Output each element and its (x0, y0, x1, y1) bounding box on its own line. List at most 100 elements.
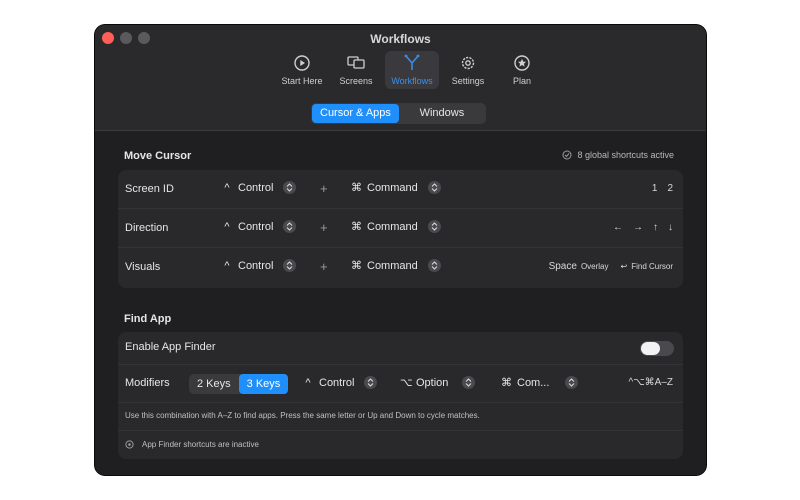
modifiers-row: Modifiers 2 Keys 3 Keys ^ Control ⌥ Opti… (118, 365, 683, 403)
plus-sign: + (320, 181, 328, 196)
find-app-title: Find App (124, 313, 172, 325)
inactive-status: App Finder shortcuts are inactive (125, 440, 259, 449)
stepper-icon[interactable] (427, 259, 441, 272)
toolbar-label: Plan (512, 76, 531, 86)
toolbar-settings[interactable]: Settings (443, 51, 493, 89)
workflow-icon (404, 54, 420, 70)
stepper-icon[interactable] (427, 181, 441, 194)
mod2-select[interactable]: ⌘ Command (351, 220, 441, 233)
plus-sign: + (320, 220, 328, 235)
return-icon: ↩ (620, 262, 628, 271)
mod1-label: Control (238, 259, 274, 272)
mod1-select[interactable]: ^ Control (222, 181, 297, 194)
row-label: Direction (125, 222, 169, 234)
arrow-left-icon: ← (613, 222, 623, 233)
stepper-icon[interactable] (565, 376, 579, 389)
star-icon (514, 55, 530, 71)
toolbar-label: Start Here (281, 76, 323, 86)
arrow-right-icon: → (633, 222, 643, 233)
move-cursor-title: Move Cursor (124, 150, 192, 162)
find-mod3-select[interactable]: ⌘ Com... (501, 376, 579, 389)
mod1-select[interactable]: ^ Control (222, 259, 297, 272)
find-mod1-select[interactable]: ^ Control (303, 376, 378, 389)
move-cursor-card: Screen ID ^ Control + ⌘ Command 1 2 Dire… (118, 170, 683, 288)
arrow-up-icon: ↑ (653, 222, 658, 233)
find-mod2-label: Option (416, 376, 449, 389)
row-label: Visuals (125, 261, 161, 273)
command-glyph: ⌘ (351, 182, 362, 194)
toolbar-screens[interactable]: Screens (331, 51, 381, 89)
inactive-row: App Finder shortcuts are inactive (118, 431, 683, 459)
row-label: Screen ID (125, 183, 174, 195)
toolbar-plan[interactable]: Plan (497, 51, 547, 89)
mod2-select[interactable]: ⌘ Command (351, 259, 441, 272)
tab-windows[interactable]: Windows (399, 104, 485, 123)
find-cursor-label: Find Cursor (631, 262, 673, 271)
mod2-label: Command (367, 220, 418, 233)
check-circle-icon (562, 150, 572, 160)
visuals-keys: Space Overlay ↩ Find Cursor (549, 261, 673, 272)
titlebar: Workflows Start Here Screens Workflows S… (95, 25, 706, 131)
control-glyph: ^ (224, 220, 230, 233)
mod2-label: Command (367, 181, 418, 194)
inactive-status-text: App Finder shortcuts are inactive (142, 440, 259, 449)
toolbar-workflows[interactable]: Workflows (385, 51, 439, 89)
command-glyph: ⌘ (351, 221, 362, 233)
key-count-segment: 2 Keys 3 Keys (189, 374, 289, 394)
screen-id-row: Screen ID ^ Control + ⌘ Command 1 2 (118, 170, 683, 209)
stepper-icon[interactable] (283, 220, 297, 233)
three-keys-button[interactable]: 3 Keys (238, 374, 289, 394)
find-mod1-label: Control (319, 376, 355, 389)
shortcut-status-text: 8 global shortcuts active (577, 150, 674, 160)
toggle-knob (641, 342, 660, 355)
overlay-label: Overlay (580, 262, 609, 271)
mod1-select[interactable]: ^ Control (222, 220, 297, 233)
stepper-icon[interactable] (462, 376, 476, 389)
two-keys-button[interactable]: 2 Keys (189, 374, 239, 394)
shortcut-status: 8 global shortcuts active (562, 150, 674, 160)
space-key: Space (548, 261, 577, 272)
find-app-card: Enable App Finder Modifiers 2 Keys 3 Key… (118, 332, 683, 459)
toolbar-label: Screens (339, 76, 373, 86)
stepper-icon[interactable] (283, 259, 297, 272)
combo-preview: ^⌥⌘A–Z (628, 377, 673, 388)
direction-keys: ← → ↑ ↓ (613, 222, 673, 233)
mod1-label: Control (238, 181, 274, 194)
command-glyph: ⌘ (501, 377, 512, 389)
enable-app-finder-label: Enable App Finder (125, 341, 216, 353)
arrow-down-icon: ↓ (668, 222, 673, 233)
control-glyph: ^ (224, 259, 230, 272)
play-circle-icon (294, 55, 310, 71)
note-row: Use this combination with A–Z to find ap… (118, 403, 683, 431)
tab-cursor-apps[interactable]: Cursor & Apps (312, 104, 399, 123)
screens-icon (347, 56, 365, 69)
toolbar-label: Workflows (391, 76, 433, 86)
toolbar-label: Settings (451, 76, 485, 86)
app-window: Workflows Start Here Screens Workflows S… (95, 25, 706, 475)
stepper-icon[interactable] (364, 376, 378, 389)
find-mod2-select[interactable]: ⌥ Option (400, 376, 476, 389)
mod1-label: Control (238, 220, 274, 233)
visuals-row: Visuals ^ Control + ⌘ Command Space Over… (118, 248, 683, 288)
app-finder-toggle[interactable] (640, 341, 674, 356)
window-title: Workflows (370, 32, 431, 46)
stepper-icon[interactable] (283, 181, 297, 194)
control-glyph: ^ (224, 181, 230, 194)
mod2-select[interactable]: ⌘ Command (351, 181, 441, 194)
section-tabs: Cursor & Apps Windows (311, 103, 486, 124)
key-2: 2 (667, 183, 673, 194)
stepper-icon[interactable] (427, 220, 441, 233)
control-glyph: ^ (305, 376, 311, 389)
find-app-note: Use this combination with A–Z to find ap… (125, 411, 480, 420)
key-1: 1 (651, 183, 658, 194)
gear-icon (461, 56, 475, 70)
mod2-label: Command (367, 259, 418, 272)
find-mod3-label: Com... (517, 376, 550, 389)
inactive-circle-icon (125, 440, 134, 449)
toolbar-start-here[interactable]: Start Here (277, 51, 327, 89)
screen-id-keys: 1 2 (652, 183, 673, 194)
modifiers-label: Modifiers (125, 377, 170, 389)
direction-row: Direction ^ Control + ⌘ Command ← → ↑ ↓ (118, 209, 683, 248)
content-area: Move Cursor 8 global shortcuts active Sc… (95, 132, 706, 475)
plus-sign: + (320, 259, 328, 274)
